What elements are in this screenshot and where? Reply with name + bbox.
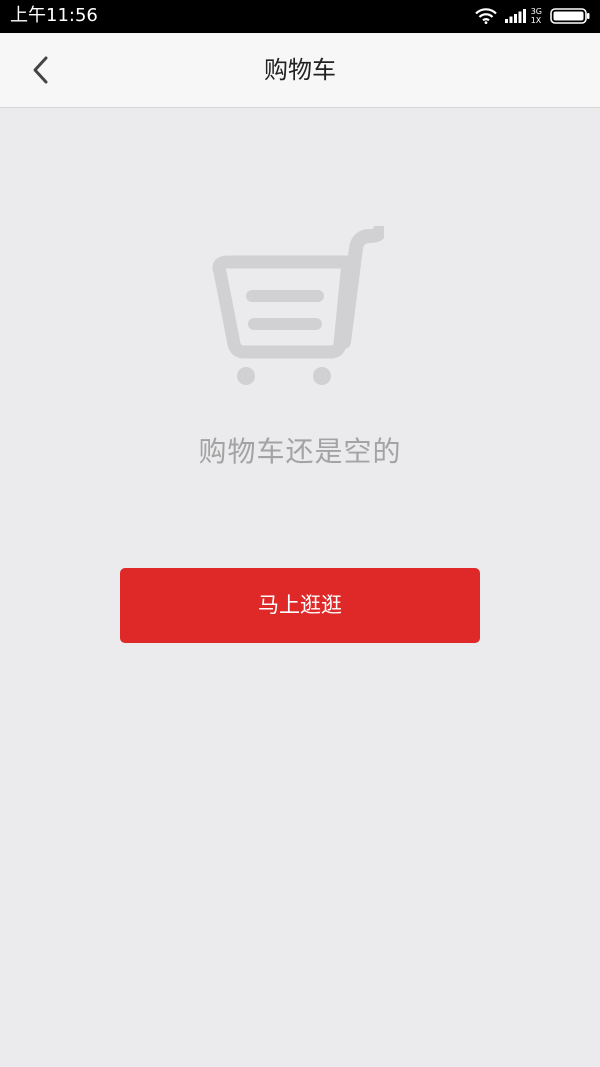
- network-type-bottom: 1X: [530, 16, 542, 25]
- network-type: 3G 1X: [531, 7, 542, 25]
- shopping-cart-icon: [208, 223, 387, 388]
- network-type-top: 3G: [530, 7, 542, 16]
- signal-icon: [504, 9, 527, 23]
- header: 购物车: [0, 33, 600, 108]
- status-icons: 3G 1X: [474, 6, 590, 26]
- back-button[interactable]: [18, 47, 64, 93]
- status-time: 上午11:56: [10, 5, 98, 26]
- empty-cart-message: 购物车还是空的: [198, 435, 402, 468]
- wifi-icon: [474, 8, 497, 24]
- chevron-left-icon: [33, 56, 48, 84]
- page-title: 购物车: [264, 56, 336, 84]
- status-bar: 上午11:56 3G 1X: [0, 0, 600, 33]
- go-shopping-button[interactable]: 马上逛逛: [120, 568, 480, 643]
- battery-icon: [550, 8, 590, 24]
